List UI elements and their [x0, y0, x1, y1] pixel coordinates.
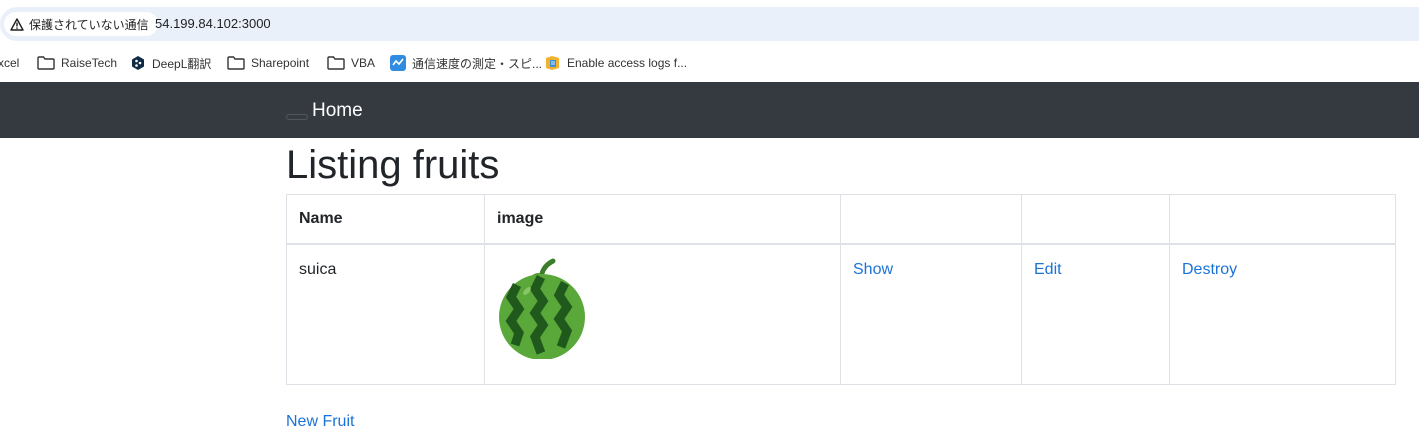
deepl-icon	[132, 56, 144, 70]
nav-home-link[interactable]: Home	[312, 100, 363, 122]
edit-cell: Edit	[1021, 243, 1170, 385]
destroy-link[interactable]: Destroy	[1182, 261, 1237, 278]
folder-icon	[37, 56, 55, 70]
url-text[interactable]: 54.199.84.102:3000	[155, 16, 271, 31]
header-image: image	[484, 194, 841, 245]
speedtest-icon	[390, 55, 406, 71]
warning-icon	[10, 17, 24, 31]
bookmark-label: DeepL翻訳	[152, 56, 212, 71]
folder-icon	[227, 56, 245, 70]
bookmark-speedtest[interactable]: 通信速度の測定・スピ...	[390, 54, 542, 72]
fruit-name-cell: suica	[286, 243, 485, 385]
navbar	[0, 82, 1419, 138]
bookmark-raisetech[interactable]: RaiseTech	[37, 54, 117, 72]
bookmark-label: 通信速度の測定・スピ...	[412, 56, 543, 71]
bookmark-excel[interactable]: xcel	[0, 54, 19, 72]
fruits-table: Name image suica Show Edit Destroy	[286, 194, 1396, 385]
fruit-image-cell	[484, 243, 841, 385]
security-indicator[interactable]: 保護されていない通信	[4, 12, 158, 36]
edit-link[interactable]: Edit	[1034, 261, 1062, 278]
table-row: suica Show Edit Destroy	[286, 243, 1396, 385]
navbar-toggler-button[interactable]	[286, 114, 308, 120]
bookmark-vba[interactable]: VBA	[327, 54, 375, 72]
show-cell: Show	[840, 243, 1022, 385]
bookmarks-bar: xcel RaiseTech DeepL翻訳 Sharepoint VBA 通信…	[0, 46, 1419, 80]
folder-icon	[327, 56, 345, 70]
bookmark-label: RaiseTech	[61, 56, 118, 70]
watermelon-image	[499, 258, 585, 359]
aws-docs-icon	[546, 56, 559, 70]
fruit-name: suica	[299, 261, 337, 278]
bookmark-deepl[interactable]: DeepL翻訳	[130, 54, 211, 72]
table-header-row: Name image	[286, 194, 1396, 245]
bookmark-label: Enable access logs f...	[567, 56, 688, 70]
header-edit-blank	[1021, 194, 1170, 245]
bookmark-label: Sharepoint	[251, 56, 310, 70]
show-link[interactable]: Show	[853, 261, 893, 278]
bookmark-label: xcel	[0, 56, 20, 70]
browser-toolbar: 保護されていない通信 54.199.84.102:3000	[0, 0, 1419, 46]
security-label: 保護されていない通信	[29, 17, 149, 32]
bookmark-aws-docs[interactable]: Enable access logs f...	[544, 54, 687, 72]
page-title: Listing fruits	[286, 143, 500, 187]
bookmark-label: VBA	[351, 56, 376, 70]
header-name: Name	[286, 194, 485, 245]
header-show-blank	[840, 194, 1022, 245]
header-destroy-blank	[1169, 194, 1396, 245]
destroy-cell: Destroy	[1169, 243, 1396, 385]
new-fruit-link[interactable]: New Fruit	[286, 413, 354, 431]
bookmark-sharepoint[interactable]: Sharepoint	[227, 54, 309, 72]
